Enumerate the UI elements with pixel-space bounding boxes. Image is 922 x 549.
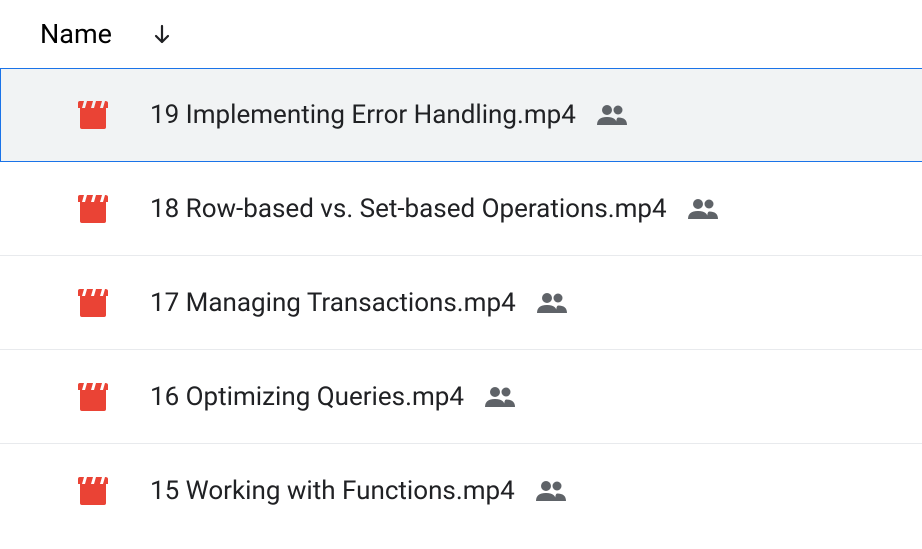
file-name: 18 Row-based vs. Set-based Operations.mp… bbox=[150, 194, 667, 224]
video-file-icon bbox=[78, 101, 108, 129]
shared-icon bbox=[596, 104, 628, 126]
file-row[interactable]: 19 Implementing Error Handling.mp4 bbox=[0, 68, 922, 162]
file-list: 19 Implementing Error Handling.mp4 18 bbox=[0, 68, 922, 538]
file-row[interactable]: 17 Managing Transactions.mp4 bbox=[0, 256, 922, 350]
file-content: 16 Optimizing Queries.mp4 bbox=[150, 382, 516, 412]
file-name: 15 Working with Functions.mp4 bbox=[150, 476, 515, 506]
file-row[interactable]: 16 Optimizing Queries.mp4 bbox=[0, 350, 922, 444]
column-header: Name bbox=[0, 0, 922, 68]
column-header-name[interactable]: Name bbox=[40, 18, 112, 50]
file-content: 15 Working with Functions.mp4 bbox=[150, 476, 567, 506]
file-row[interactable]: 15 Working with Functions.mp4 bbox=[0, 444, 922, 538]
video-file-icon bbox=[78, 477, 108, 505]
shared-icon bbox=[687, 198, 719, 220]
file-name: 19 Implementing Error Handling.mp4 bbox=[150, 100, 576, 130]
sort-arrow-down-icon[interactable] bbox=[150, 22, 174, 46]
shared-icon bbox=[484, 386, 516, 408]
shared-icon bbox=[535, 480, 567, 502]
video-file-icon bbox=[78, 383, 108, 411]
file-row[interactable]: 18 Row-based vs. Set-based Operations.mp… bbox=[0, 162, 922, 256]
file-content: 18 Row-based vs. Set-based Operations.mp… bbox=[150, 194, 719, 224]
file-name: 16 Optimizing Queries.mp4 bbox=[150, 382, 464, 412]
shared-icon bbox=[536, 292, 568, 314]
video-file-icon bbox=[78, 289, 108, 317]
file-content: 17 Managing Transactions.mp4 bbox=[150, 288, 568, 318]
video-file-icon bbox=[78, 195, 108, 223]
file-content: 19 Implementing Error Handling.mp4 bbox=[150, 100, 628, 130]
file-name: 17 Managing Transactions.mp4 bbox=[150, 288, 516, 318]
